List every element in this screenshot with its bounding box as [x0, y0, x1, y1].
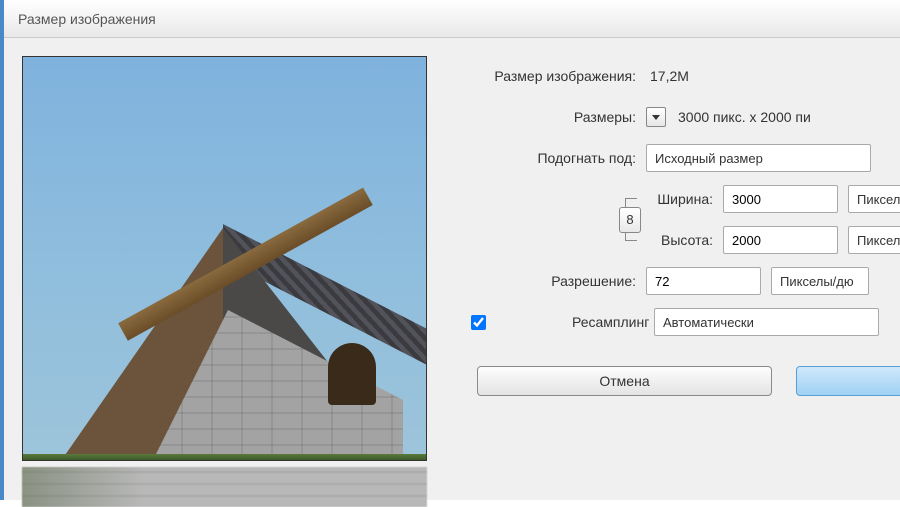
resolution-unit-select[interactable]: Пикселы/дю	[771, 267, 869, 295]
dimensions-dropdown-icon[interactable]	[646, 107, 666, 127]
resolution-label: Разрешение:	[471, 273, 646, 289]
background-photo-peek	[22, 467, 427, 507]
image-size-dialog: Размер изображения Размер изображения: 1…	[0, 0, 900, 500]
resolution-unit-value: Пикселы/дю	[780, 274, 854, 289]
preview-window	[328, 343, 376, 405]
title-bar: Размер изображения	[4, 0, 900, 38]
height-input[interactable]	[723, 226, 838, 254]
resample-label: Ресамплинг	[572, 314, 654, 330]
resolution-input[interactable]	[646, 267, 761, 295]
constrain-proportions-bracket: 8	[619, 185, 649, 254]
height-unit-value: Пикселы	[857, 233, 900, 248]
cancel-button-label: Отмена	[599, 373, 649, 389]
resample-select[interactable]: Автоматически	[654, 308, 879, 336]
resample-checkbox[interactable]	[471, 315, 486, 330]
link-glyph: 8	[626, 212, 633, 227]
ok-button[interactable]	[796, 366, 900, 396]
form-column: Размер изображения: 17,2M Размеры: 3000 …	[427, 56, 900, 500]
preview-grass	[23, 454, 426, 460]
resample-value: Автоматически	[663, 315, 754, 330]
height-unit-select[interactable]: Пикселы	[848, 226, 900, 254]
button-row: Отмена	[471, 366, 900, 396]
image-size-label: Размер изображения:	[471, 68, 646, 84]
dimensions-row: Размеры: 3000 пикс. x 2000 пи	[471, 103, 900, 131]
width-label: Ширина:	[653, 191, 723, 207]
dialog-title: Размер изображения	[18, 11, 156, 27]
dimensions-label: Размеры:	[471, 109, 646, 125]
width-input[interactable]	[723, 185, 838, 213]
cancel-button[interactable]: Отмена	[477, 366, 772, 396]
width-unit-select[interactable]: Пикселы	[848, 185, 900, 213]
fit-to-label: Подогнать под:	[471, 150, 646, 166]
dialog-body: Размер изображения: 17,2M Размеры: 3000 …	[4, 38, 900, 500]
image-preview[interactable]	[22, 56, 427, 461]
height-label: Высота:	[653, 232, 723, 248]
image-size-value: 17,2M	[646, 68, 689, 84]
width-unit-value: Пикселы	[857, 192, 900, 207]
dimensions-value: 3000 пикс. x 2000 пи	[674, 109, 811, 125]
fit-to-select[interactable]: Исходный размер	[646, 144, 871, 172]
preview-column	[22, 56, 427, 500]
fit-to-row: Подогнать под: Исходный размер	[471, 144, 900, 172]
resolution-row: Разрешение: Пикселы/дю	[471, 267, 900, 295]
image-size-row: Размер изображения: 17,2M	[471, 62, 900, 90]
height-row: Высота: Пикселы	[653, 226, 900, 254]
fit-to-value: Исходный размер	[655, 151, 763, 166]
width-row: Ширина: Пикселы	[653, 185, 900, 213]
resample-row: Ресамплинг Автоматически	[471, 308, 900, 336]
link-icon[interactable]: 8	[619, 207, 641, 233]
width-height-group: 8 Ширина: Пикселы Высота:	[471, 185, 900, 254]
